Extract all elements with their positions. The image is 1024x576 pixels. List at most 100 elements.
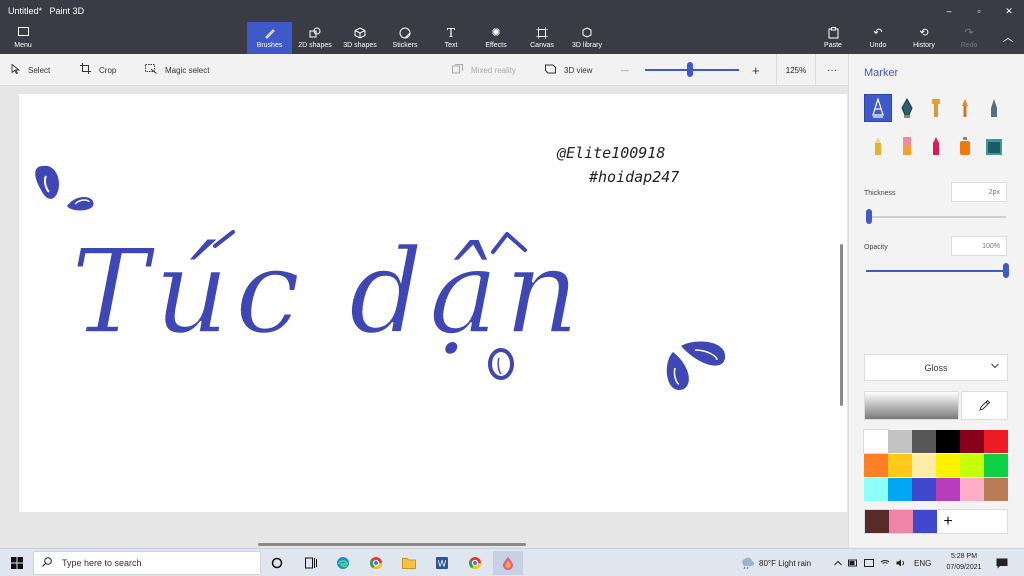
close-button[interactable]: ✕	[994, 0, 1024, 22]
custom-color-swatch[interactable]	[865, 510, 889, 533]
plus-icon: +	[752, 62, 760, 78]
color-swatch[interactable]	[960, 430, 984, 453]
tab-text[interactable]: T Text	[436, 22, 466, 54]
color-swatch[interactable]	[984, 454, 1008, 477]
redo-button[interactable]: ↷ Redo	[956, 22, 982, 54]
taskbar: Type here to search W 80°F Light rain EN…	[0, 548, 1024, 576]
color-swatch[interactable]	[984, 430, 1008, 453]
pixel-pen-brush[interactable]	[981, 95, 1007, 121]
paste-button[interactable]: Paste	[820, 22, 846, 54]
battery-icon	[848, 559, 857, 567]
task-view-button[interactable]	[296, 551, 326, 575]
color-swatch[interactable]	[888, 454, 912, 477]
opacity-slider-thumb[interactable]	[1003, 263, 1009, 278]
edge-app[interactable]	[328, 551, 358, 575]
tab-canvas[interactable]: Canvas	[526, 22, 558, 54]
zoom-level[interactable]: 125%	[776, 54, 816, 86]
3d-view-label: 3D view	[564, 65, 593, 75]
tab-3d-shapes[interactable]: 3D shapes	[339, 22, 381, 54]
3d-view-button[interactable]: 3D view	[545, 54, 592, 86]
history-button[interactable]: ⟲ History	[909, 22, 939, 54]
minimize-button[interactable]: –	[934, 0, 964, 22]
watercolor-icon	[962, 99, 968, 117]
color-swatch[interactable]	[864, 454, 888, 477]
zoom-in-button[interactable]: +	[752, 54, 760, 86]
eraser-brush[interactable]	[894, 133, 920, 159]
chrome-app[interactable]	[361, 551, 391, 575]
vertical-scrollbar[interactable]	[840, 244, 843, 406]
finish-dropdown[interactable]: Gloss	[864, 354, 1008, 381]
color-swatch[interactable]	[864, 478, 888, 501]
crayon-brush[interactable]	[923, 133, 949, 159]
color-swatch[interactable]	[936, 478, 960, 501]
paint-3d-app[interactable]	[493, 551, 523, 575]
chrome-profile-app[interactable]	[460, 551, 490, 575]
watercolor-brush[interactable]	[952, 95, 978, 121]
thickness-slider-thumb[interactable]	[866, 209, 872, 224]
menu-button[interactable]: Menu	[6, 22, 40, 54]
color-swatch[interactable]	[960, 454, 984, 477]
magic-select-tool[interactable]: Magic select	[145, 54, 209, 86]
color-swatch[interactable]	[936, 430, 960, 453]
color-swatch[interactable]	[936, 454, 960, 477]
file-explorer-app[interactable]	[394, 551, 424, 575]
custom-color-swatch[interactable]	[913, 510, 937, 533]
color-swatch[interactable]	[888, 430, 912, 453]
chrome-icon	[369, 557, 382, 570]
opacity-input[interactable]: 100%	[951, 236, 1007, 256]
eyedropper-button[interactable]	[961, 391, 1008, 420]
color-swatch[interactable]	[888, 478, 912, 501]
undo-button[interactable]: ↶ Undo	[865, 22, 891, 54]
color-swatch[interactable]	[912, 454, 936, 477]
thickness-input[interactable]: 2px	[951, 182, 1007, 202]
tab-3d-library[interactable]: 3D library	[568, 22, 606, 54]
system-tray[interactable]: ENG	[834, 549, 931, 576]
thickness-slider-track[interactable]	[866, 216, 1006, 218]
tab-stickers[interactable]: Stickers	[387, 22, 423, 54]
tab-label: 3D library	[572, 42, 602, 49]
workspace: Túc dận @Elite100918 #hoidap247	[0, 86, 848, 548]
fill-bucket-brush[interactable]	[981, 133, 1007, 159]
crop-tool[interactable]: Crop	[80, 54, 116, 86]
more-options-button[interactable]: ···	[818, 54, 846, 86]
color-swatch[interactable]	[912, 430, 936, 453]
pencil-brush[interactable]	[865, 133, 891, 159]
add-color-button[interactable]: +	[937, 509, 959, 534]
cortana-button[interactable]	[262, 551, 292, 575]
weather-widget[interactable]: 80°F Light rain	[740, 549, 811, 576]
app-name: Paint 3D	[49, 6, 85, 16]
color-swatch[interactable]	[984, 478, 1008, 501]
language-indicator: ENG	[914, 558, 932, 568]
marker-brush[interactable]	[864, 94, 892, 122]
start-button[interactable]	[4, 549, 30, 576]
tab-2d-shapes[interactable]: 2D shapes	[294, 22, 336, 54]
drawing-canvas[interactable]: Túc dận @Elite100918 #hoidap247	[19, 94, 847, 512]
edge-icon	[337, 557, 349, 569]
spray-can-brush[interactable]	[952, 133, 978, 159]
taskbar-search[interactable]: Type here to search	[33, 551, 261, 575]
custom-color-swatch[interactable]	[889, 510, 913, 533]
color-swatch[interactable]	[912, 478, 936, 501]
word-app[interactable]: W	[427, 551, 457, 575]
collapse-ribbon-button[interactable]: ︿	[998, 22, 1018, 54]
notifications-button[interactable]	[996, 549, 1008, 576]
select-tool[interactable]: Select	[11, 54, 50, 86]
oil-brush[interactable]	[923, 95, 949, 121]
opacity-slider-track[interactable]	[866, 270, 1006, 272]
chevron-up-icon: ︿	[1002, 31, 1014, 44]
zoom-out-button[interactable]: —	[621, 54, 629, 86]
taskbar-clock[interactable]: 5:28 PM 07/09/2021	[938, 551, 990, 575]
calligraphy-pen-brush[interactable]	[894, 95, 920, 121]
ink-drop	[35, 165, 59, 199]
color-swatch[interactable]	[960, 478, 984, 501]
minus-icon: —	[621, 65, 629, 75]
zoom-slider-thumb[interactable]	[686, 62, 693, 77]
mixed-reality-button[interactable]: Mixed reality	[452, 54, 516, 86]
tab-brushes[interactable]: Brushes	[247, 22, 292, 54]
color-swatch[interactable]	[863, 429, 889, 454]
horizontal-scrollbar[interactable]	[258, 543, 526, 546]
art-lettering: Túc dận	[71, 225, 585, 360]
maximize-button[interactable]: ▫	[964, 0, 994, 22]
tab-effects[interactable]: ✺ Effects	[480, 22, 512, 54]
tab-label: Text	[444, 42, 458, 49]
